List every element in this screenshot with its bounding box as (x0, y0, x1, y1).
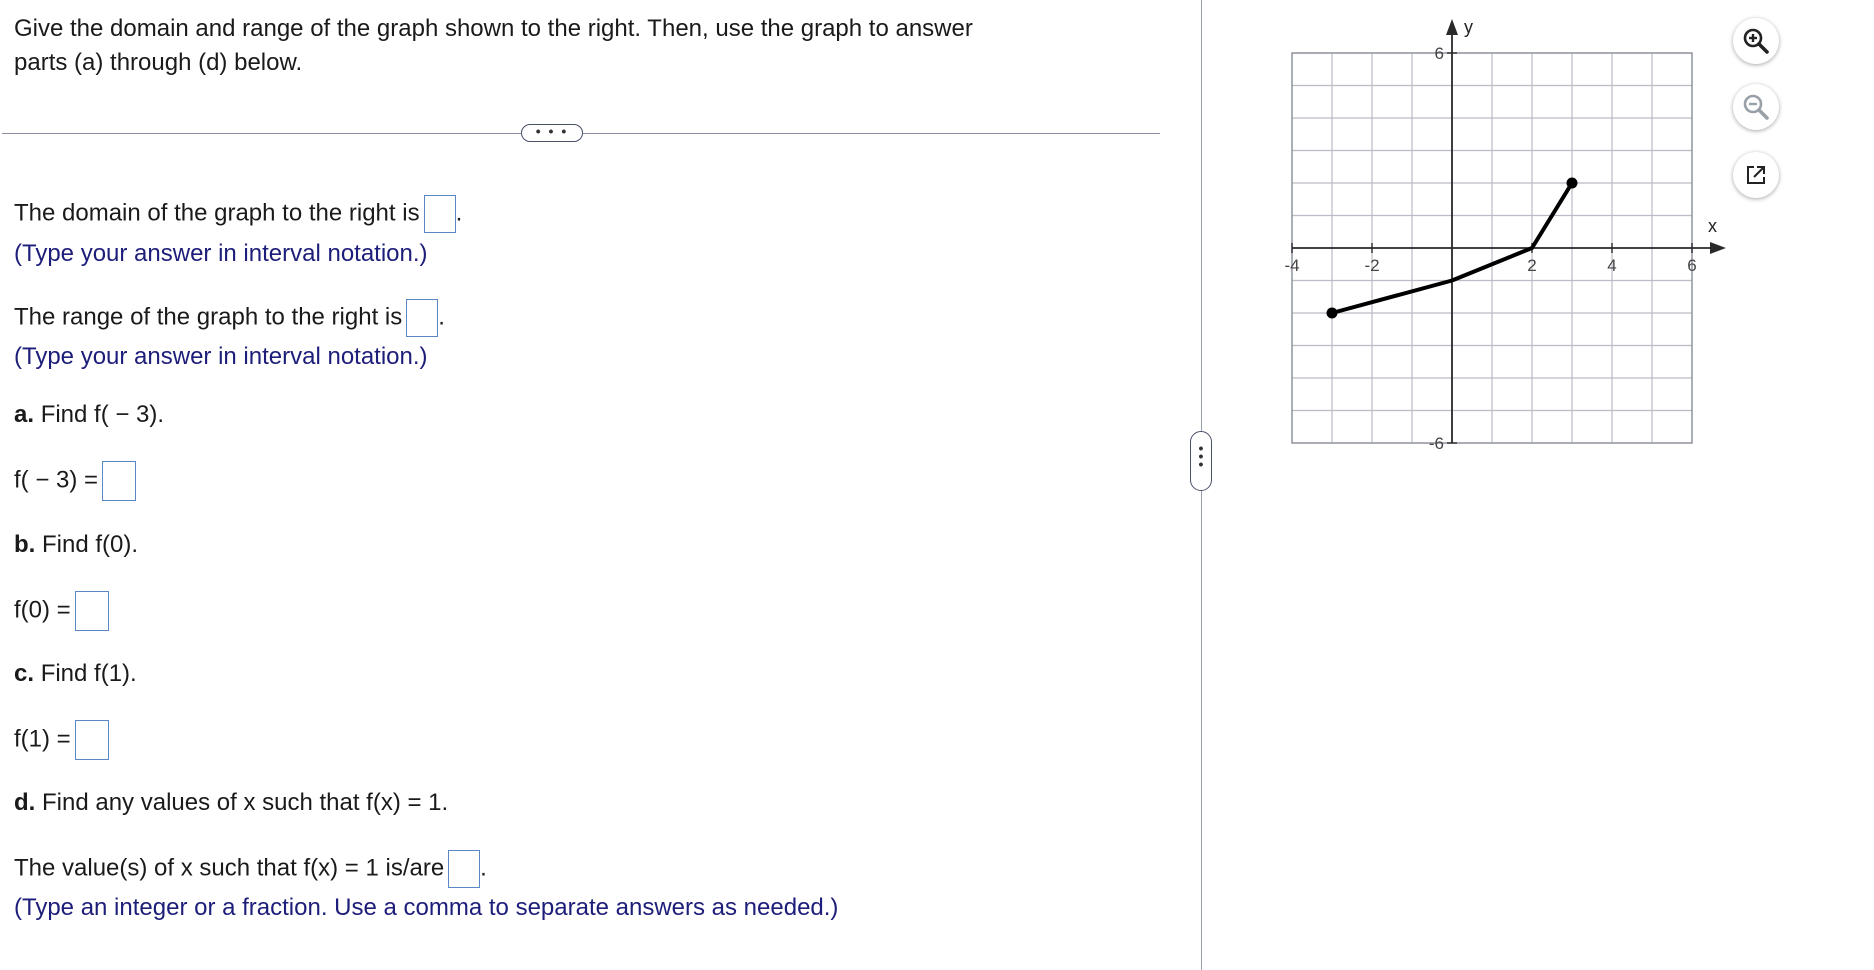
part-c-question: c. Find f(1). (14, 660, 137, 688)
question-prompt: Give the domain and range of the graph s… (14, 12, 1094, 80)
part-c-answer: f(1) = (14, 720, 109, 760)
curve-endpoint (1566, 177, 1578, 189)
part-d-hint: (Type an integer or a fraction. Use a co… (14, 894, 839, 921)
domain-answer-input[interactable] (423, 195, 456, 233)
x-axis-label: x (1708, 216, 1717, 236)
y-tick-label: 6 (1435, 44, 1444, 63)
open-in-new-window-icon (1747, 166, 1765, 184)
zoom-out-button[interactable] (1733, 84, 1779, 130)
part-b-answer-input[interactable] (74, 591, 109, 631)
range-question: The range of the graph to the right is. (14, 299, 445, 337)
range-period: . (438, 303, 445, 331)
domain-period: . (455, 199, 463, 227)
x-tick-label: 2 (1527, 256, 1536, 275)
range-text: The range of the graph to the right is (14, 303, 403, 331)
x-axis-arrow (1710, 242, 1726, 254)
zoom-in-button[interactable] (1733, 18, 1779, 64)
part-b-text: Find f(0). (42, 531, 139, 558)
prompt-line-2: parts (a) through (d) below. (14, 49, 303, 76)
part-c-text: Find f(1). (40, 660, 137, 687)
part-c-answer-label: f(1) = (14, 725, 71, 753)
y-axis-arrow (1446, 19, 1458, 35)
y-tick-label: -6 (1429, 434, 1444, 453)
zoom-out-icon (1743, 94, 1769, 120)
x-tick-label: -2 (1364, 256, 1379, 275)
part-b-answer: f(0) = (14, 591, 109, 631)
part-d-answer-input[interactable] (448, 850, 481, 888)
part-b-answer-label: f(0) = (14, 596, 71, 624)
resize-handle-button[interactable]: • • • (1190, 431, 1212, 491)
domain-hint: (Type your answer in interval notation.) (14, 240, 428, 267)
part-d-answer-text: The value(s) of x such that f(x) = 1 is/… (14, 854, 445, 882)
function-graph: x y -4 -2 2 4 6 6 -6 (1284, 17, 1726, 453)
part-a-question: a. Find f( − 3). (14, 401, 164, 429)
part-d-period: . (480, 854, 487, 882)
x-tick-label: 4 (1607, 256, 1616, 275)
part-d-answer: The value(s) of x such that f(x) = 1 is/… (14, 850, 487, 888)
x-tick-label: -4 (1284, 256, 1299, 275)
popout-button[interactable] (1733, 152, 1779, 198)
zoom-in-icon (1743, 28, 1769, 54)
question-pane: Give the domain and range of the graph s… (0, 0, 1200, 970)
range-hint: (Type your answer in interval notation.) (14, 343, 428, 370)
expand-question-button[interactable]: • • • (521, 124, 583, 142)
part-b-letter: b. (14, 531, 36, 558)
part-a-answer-label: f( − 3) = (14, 466, 99, 494)
range-answer-input[interactable] (406, 299, 439, 337)
x-tick-label: 6 (1687, 256, 1696, 275)
prompt-line-1: Give the domain and range of the graph s… (14, 15, 973, 42)
domain-text: The domain of the graph to the right is (14, 199, 420, 227)
part-c-letter: c. (14, 660, 35, 687)
y-axis-label: y (1464, 17, 1473, 37)
part-a-letter: a. (14, 401, 35, 428)
curve-endpoint (1326, 307, 1338, 319)
domain-question: The domain of the graph to the right is. (14, 195, 462, 233)
part-d-text: Find any values of x such that f(x) = 1. (42, 789, 449, 816)
part-a-answer: f( − 3) = (14, 461, 137, 501)
part-d-letter: d. (14, 789, 36, 816)
part-c-answer-input[interactable] (74, 720, 109, 760)
part-a-answer-input[interactable] (102, 461, 137, 501)
part-b-question: b. Find f(0). (14, 531, 138, 559)
part-a-text: Find f( − 3). (40, 401, 165, 428)
part-d-question: d. Find any values of x such that f(x) =… (14, 789, 448, 817)
